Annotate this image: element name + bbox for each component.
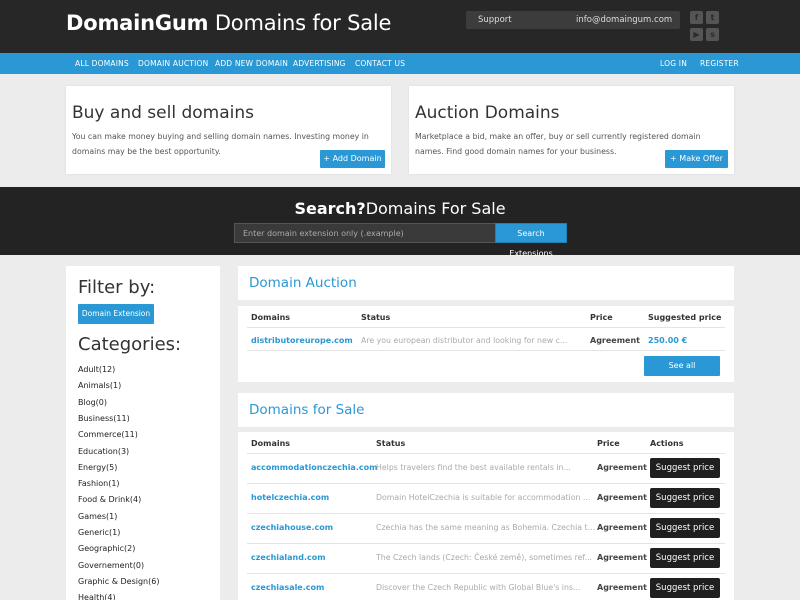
make-offer-button[interactable]: + Make Offer bbox=[665, 150, 728, 168]
forsale-domain-link[interactable]: accommodationczechia.com bbox=[251, 463, 377, 472]
domain-auction-title: Domain Auction bbox=[249, 275, 357, 291]
support-label: Support bbox=[478, 15, 512, 25]
category-link[interactable]: Fashion(1) bbox=[78, 479, 120, 488]
category-link[interactable]: Geographic(2) bbox=[78, 544, 135, 553]
see-all-button[interactable]: See all bbox=[644, 356, 720, 376]
divider bbox=[247, 350, 725, 351]
domains-for-sale-header: Domains for Sale bbox=[238, 393, 734, 427]
nav-contact-us[interactable]: CONTACT US bbox=[355, 59, 405, 68]
buy-sell-card: Buy and sell domains You can make money … bbox=[66, 86, 391, 174]
forsale-th-price: Price bbox=[597, 439, 620, 448]
category-link[interactable]: Food & Drink(4) bbox=[78, 495, 141, 504]
search-title: Search?Domains For Sale bbox=[0, 199, 800, 218]
auction-suggested-price: 250.00 € bbox=[648, 336, 688, 345]
auction-th-domains: Domains bbox=[251, 313, 291, 322]
nav-advertising[interactable]: ADVERTISING bbox=[293, 59, 346, 68]
category-link[interactable]: Games(1) bbox=[78, 512, 117, 521]
skype-icon[interactable]: s bbox=[706, 28, 719, 41]
forsale-status: The Czech lands (Czech: České země), som… bbox=[376, 553, 593, 562]
divider bbox=[247, 483, 725, 484]
add-domain-button[interactable]: + Add Domain bbox=[320, 150, 385, 168]
forsale-price: Agreement bbox=[597, 523, 647, 532]
category-link[interactable]: Graphic & Design(6) bbox=[78, 577, 159, 586]
suggest-price-button[interactable]: Suggest price bbox=[650, 578, 720, 598]
forsale-th-actions: Actions bbox=[650, 439, 684, 448]
forsale-th-domains: Domains bbox=[251, 439, 291, 448]
site-logo[interactable]: DomainGum Domains for Sale bbox=[66, 11, 391, 35]
top-header: DomainGum Domains for Sale Support info@… bbox=[0, 0, 800, 53]
nav-all-domains[interactable]: ALL DOMAINS bbox=[75, 59, 129, 68]
nav-domain-auction[interactable]: DOMAIN AUCTION bbox=[138, 59, 208, 68]
forsale-price: Agreement bbox=[597, 553, 647, 562]
suggest-price-button[interactable]: Suggest price bbox=[650, 458, 720, 478]
auction-price: Agreement bbox=[590, 336, 640, 345]
filter-title: Filter by: bbox=[78, 277, 156, 298]
domain-auction-header: Domain Auction bbox=[238, 266, 734, 300]
forsale-domain-link[interactable]: czechialand.com bbox=[251, 553, 326, 562]
category-link[interactable]: Governement(0) bbox=[78, 561, 144, 570]
domain-extension-filter-button[interactable]: Domain Extension bbox=[78, 304, 154, 324]
search-extensions-button[interactable]: Search Extensions bbox=[495, 223, 567, 258]
divider bbox=[247, 513, 725, 514]
forsale-domain-link[interactable]: hotelczechia.com bbox=[251, 493, 329, 502]
forsale-status: Helps travelers find the best available … bbox=[376, 463, 571, 472]
facebook-icon[interactable]: f bbox=[690, 11, 703, 24]
category-link[interactable]: Commerce(11) bbox=[78, 430, 138, 439]
forsale-price: Agreement bbox=[597, 463, 647, 472]
auction-status: Are you european distributor and looking… bbox=[361, 336, 568, 345]
support-box: Support info@domaingum.com bbox=[466, 11, 680, 29]
sidebar: Filter by: Domain Extension Categories: … bbox=[66, 266, 220, 600]
nav-login[interactable]: LOG IN bbox=[660, 59, 687, 68]
youtube-icon[interactable]: ▶ bbox=[690, 28, 703, 41]
twitter-icon[interactable]: t bbox=[706, 11, 719, 24]
category-link[interactable]: Business(11) bbox=[78, 414, 130, 423]
domains-for-sale-title: Domains for Sale bbox=[249, 402, 365, 418]
search-section: Search?Domains For Sale Enter domain ext… bbox=[0, 187, 800, 258]
brand-rest: Domains for Sale bbox=[208, 11, 392, 35]
category-link[interactable]: Animals(1) bbox=[78, 381, 121, 390]
forsale-price: Agreement bbox=[597, 583, 647, 592]
auction-th-status: Status bbox=[361, 313, 391, 322]
auction-table: Domains Status Price Suggested price dis… bbox=[238, 306, 734, 382]
auction-th-suggested: Suggested price bbox=[648, 313, 722, 322]
suggest-price-button[interactable]: Suggest price bbox=[650, 548, 720, 568]
divider bbox=[247, 573, 725, 574]
brand-bold: DomainGum bbox=[66, 11, 209, 35]
main-nav: ALL DOMAINS DOMAIN AUCTION ADD NEW DOMAI… bbox=[0, 53, 800, 74]
forsale-th-status: Status bbox=[376, 439, 406, 448]
forsale-domain-link[interactable]: czechiasale.com bbox=[251, 583, 324, 592]
divider bbox=[247, 327, 725, 328]
auction-domain-link[interactable]: distributoreurope.com bbox=[251, 336, 353, 345]
auction-th-price: Price bbox=[590, 313, 613, 322]
buy-sell-title: Buy and sell domains bbox=[72, 103, 254, 123]
support-email[interactable]: info@domaingum.com bbox=[576, 15, 672, 25]
divider bbox=[247, 453, 725, 454]
category-link[interactable]: Generic(1) bbox=[78, 528, 120, 537]
category-link[interactable]: Adult(12) bbox=[78, 365, 115, 374]
suggest-price-button[interactable]: Suggest price bbox=[650, 518, 720, 538]
search-input[interactable]: Enter domain extension only (.example) bbox=[234, 223, 496, 243]
divider bbox=[247, 543, 725, 544]
nav-register[interactable]: REGISTER bbox=[700, 59, 739, 68]
search-title-bold: Search? bbox=[294, 199, 366, 218]
category-link[interactable]: Education(3) bbox=[78, 447, 129, 456]
forsale-status: Domain HotelCzechia is suitable for acco… bbox=[376, 493, 591, 502]
nav-add-new-domain[interactable]: ADD NEW DOMAIN bbox=[215, 59, 288, 68]
suggest-price-button[interactable]: Suggest price bbox=[650, 488, 720, 508]
category-link[interactable]: Blog(0) bbox=[78, 398, 107, 407]
forsale-price: Agreement bbox=[597, 493, 647, 502]
auction-card-title: Auction Domains bbox=[415, 103, 560, 123]
category-link[interactable]: Energy(5) bbox=[78, 463, 117, 472]
forsale-domain-link[interactable]: czechiahouse.com bbox=[251, 523, 333, 532]
forsale-status: Czechia has the same meaning as Bohemia.… bbox=[376, 523, 596, 532]
forsale-table: Domains Status Price Actions accommodati… bbox=[238, 432, 734, 600]
search-title-rest: Domains For Sale bbox=[365, 199, 506, 218]
categories-title: Categories: bbox=[78, 334, 182, 355]
forsale-status: Discover the Czech Republic with Global … bbox=[376, 583, 581, 592]
auction-card: Auction Domains Marketplace a bid, make … bbox=[409, 86, 734, 174]
category-link[interactable]: Health(4) bbox=[78, 593, 116, 600]
